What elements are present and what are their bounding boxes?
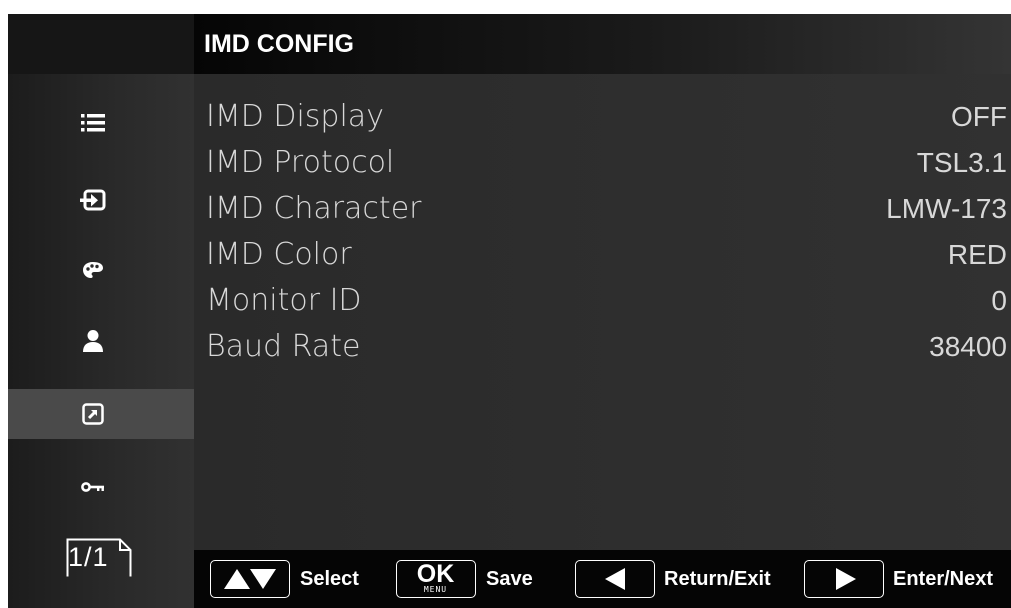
left-arrow-icon	[605, 568, 625, 594]
up-down-icon	[224, 568, 276, 594]
sidebar-header	[8, 14, 194, 74]
sidebar-item-input[interactable]	[8, 176, 194, 226]
menu-row-label: IMD Display	[206, 99, 384, 134]
menu-list: IMD Display OFF IMD Protocol TSL3.1 IMD …	[194, 74, 1011, 550]
menu-row-value: 38400	[929, 331, 1007, 362]
list-icon	[79, 109, 107, 137]
menu-row-label: Monitor ID	[206, 283, 362, 318]
key-hint-bar: Select OK MENU Save Return/Exit Enter/Ne…	[194, 550, 1011, 608]
menu-row-value: RED	[947, 239, 1007, 270]
menu-row-label: IMD Character	[206, 191, 422, 226]
menu-row-imd-protocol[interactable]: IMD Protocol TSL3.1	[194, 140, 1011, 186]
sidebar-item-color[interactable]	[8, 245, 194, 295]
page-indicator: 1/1	[66, 538, 132, 578]
palette-icon	[79, 256, 107, 284]
menu-row-monitor-id[interactable]: Monitor ID 0	[194, 278, 1011, 324]
page-title: IMD CONFIG	[204, 30, 354, 58]
menu-row-baud-rate[interactable]: Baud Rate 38400	[194, 324, 1011, 370]
select-hint: Select	[300, 568, 359, 590]
menu-row-value: LMW-173	[886, 193, 1007, 224]
menu-row-imd-display[interactable]: IMD Display OFF	[194, 94, 1011, 140]
menu-row-label: IMD Protocol	[206, 145, 395, 180]
menu-row-label: IMD Color	[206, 237, 352, 272]
save-hint: Save	[486, 568, 533, 590]
page-indicator-text: 1/1	[68, 542, 109, 572]
shortcut-icon	[79, 400, 107, 428]
menu-row-imd-character[interactable]: IMD Character LMW-173	[194, 186, 1011, 232]
title-bar: IMD CONFIG	[194, 14, 1011, 74]
menu-row-value: TSL3.1	[916, 147, 1007, 178]
menu-row-value: 0	[991, 285, 1007, 316]
menu-row-value: OFF	[951, 101, 1007, 132]
sidebar-item-shortcut[interactable]	[8, 389, 194, 439]
sidebar: 1/1	[8, 14, 194, 608]
osd-window: 1/1 IMD CONFIG IMD Display OFF IMD Proto…	[8, 14, 1011, 608]
right-arrow-icon	[836, 568, 856, 594]
input-icon	[79, 187, 107, 215]
right-key[interactable]	[804, 560, 884, 598]
menu-row-label: Baud Rate	[206, 329, 361, 364]
return-exit-hint: Return/Exit	[664, 568, 771, 590]
menu-key-label: MENU	[423, 585, 448, 594]
ok-menu-key[interactable]: OK MENU	[396, 560, 476, 598]
menu-row-imd-color[interactable]: IMD Color RED	[194, 232, 1011, 278]
enter-next-hint: Enter/Next	[893, 568, 994, 590]
ok-key-label: OK	[416, 560, 455, 588]
key-icon	[79, 473, 107, 501]
sidebar-item-list[interactable]	[8, 98, 194, 148]
up-down-key[interactable]	[210, 560, 290, 598]
sidebar-item-user[interactable]	[8, 316, 194, 366]
sidebar-item-key[interactable]	[8, 462, 194, 512]
user-icon	[79, 327, 107, 355]
left-key[interactable]	[575, 560, 655, 598]
